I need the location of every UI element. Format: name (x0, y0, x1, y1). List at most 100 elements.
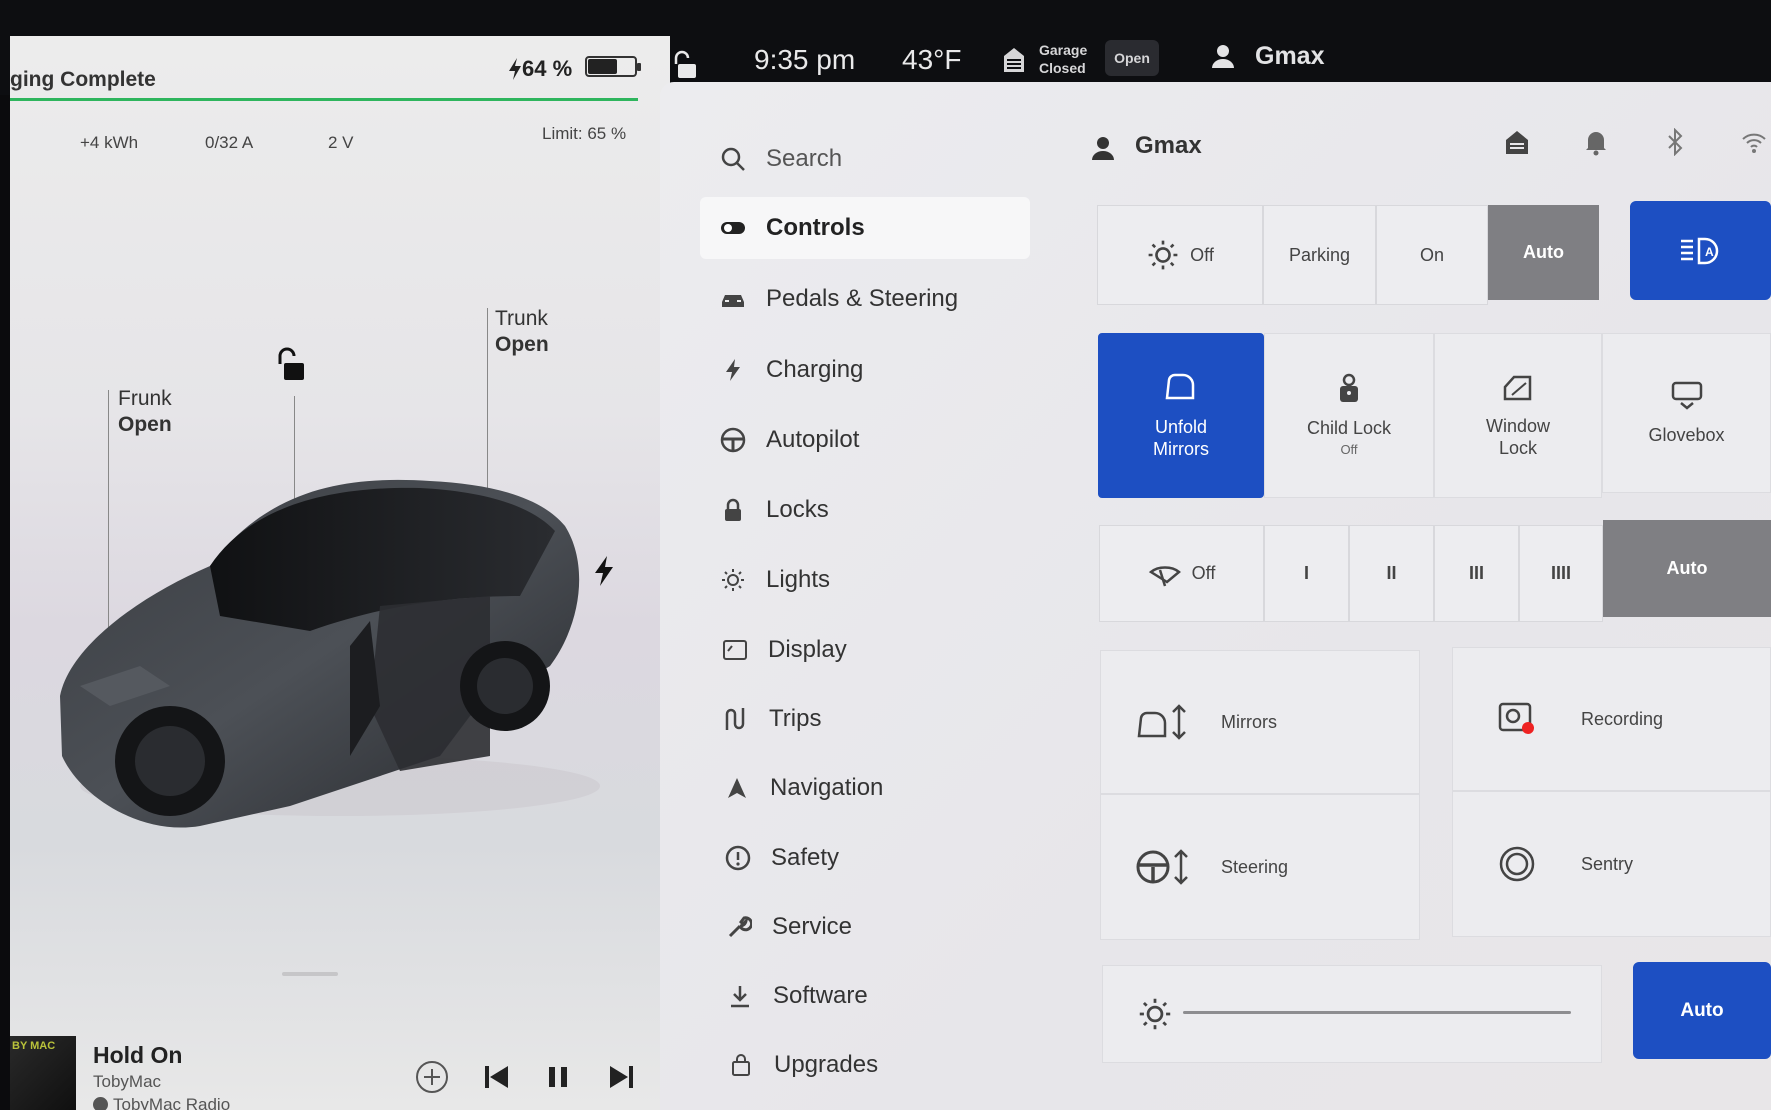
search-icon (721, 147, 745, 171)
headlights-parking-button[interactable]: Parking (1263, 205, 1376, 305)
window-lock-icon (1503, 375, 1532, 400)
glovebox-button[interactable]: Glovebox (1602, 333, 1771, 493)
nav-controls[interactable]: Controls (700, 197, 1030, 259)
nav-locks[interactable]: Locks (700, 479, 1030, 541)
user-icon (1092, 137, 1114, 160)
steering-label: Steering (1221, 856, 1289, 877)
album-art[interactable]: BY MAC (10, 1036, 76, 1110)
nav-label: Pedals & Steering (766, 285, 959, 312)
nav-search[interactable]: Search (700, 128, 1030, 190)
energy-added: +4 kWh (80, 133, 139, 152)
nav-navigation[interactable]: Navigation (704, 757, 1034, 819)
headlights-auto-button[interactable]: Auto (1488, 205, 1599, 300)
nav-safety[interactable]: Safety (705, 827, 1035, 889)
mirror-icon (1165, 373, 1195, 399)
profile-name[interactable]: Gmax (1135, 132, 1202, 160)
bolt-icon (509, 58, 521, 80)
window-lock-button[interactable]: Window Lock (1434, 333, 1602, 498)
garage-state: Closed (1039, 60, 1086, 76)
user-icon[interactable] (1212, 44, 1234, 68)
unlock-icon[interactable] (672, 50, 698, 80)
wipers-speed-2-button[interactable]: II (1349, 525, 1434, 622)
nav-label: Controls (766, 214, 865, 241)
garage-status: Garage Closed (1039, 41, 1087, 77)
frunk-state: Open (118, 413, 172, 436)
nav-lights[interactable]: Lights (700, 549, 1030, 611)
sun-icon (1139, 998, 1171, 1030)
frunk-callout[interactable]: Frunk Open (118, 386, 172, 438)
headlights-off-label: Off (1190, 244, 1214, 265)
auto-high-beam-icon: A (1680, 237, 1718, 264)
media-drag-handle[interactable] (282, 972, 338, 976)
headlights-on-button[interactable]: On (1376, 205, 1488, 305)
home-icon[interactable] (1504, 128, 1530, 156)
previous-track-button[interactable] (482, 1060, 510, 1094)
child-lock-state: Off (1340, 441, 1358, 457)
bell-icon[interactable] (1583, 128, 1609, 156)
brightness-slider[interactable] (1183, 1011, 1571, 1014)
album-art-text: BY MAC (12, 1040, 56, 1052)
auto-high-beam-button[interactable]: A (1630, 201, 1771, 300)
next-track-button[interactable] (608, 1060, 636, 1094)
wipers-speed-3-button[interactable]: III (1434, 525, 1519, 622)
brightness-slider-panel (1102, 965, 1602, 1063)
headlights-off-button[interactable]: Off (1097, 205, 1263, 305)
child-lock-icon (1340, 373, 1358, 402)
navigation-arrow-icon (728, 778, 746, 798)
mirrors-adjust-button[interactable]: Mirrors (1100, 650, 1420, 794)
glovebox-icon (1671, 381, 1702, 410)
car-icon (722, 295, 744, 307)
wipers-off-button[interactable]: Off (1099, 525, 1264, 622)
charge-port-bolt-icon (595, 556, 613, 586)
toggle-icon (721, 222, 745, 234)
garage-icon[interactable] (1002, 44, 1026, 74)
wipers-auto-button[interactable]: Auto (1603, 520, 1771, 617)
nav-service[interactable]: Service (706, 896, 1036, 958)
station-name: TobyMac Radio (113, 1095, 231, 1110)
trunk-label: Trunk (495, 307, 548, 330)
steering-adjust-icon (1136, 849, 1188, 885)
recording-button[interactable]: Recording (1452, 647, 1771, 791)
garage-open-button[interactable]: Open (1105, 40, 1159, 76)
song-title: Hold On (93, 1042, 183, 1068)
sentry-icon (1499, 846, 1535, 882)
pause-button[interactable] (546, 1060, 570, 1094)
nav-charging[interactable]: Charging (700, 339, 1030, 401)
add-favorite-button[interactable] (415, 1060, 449, 1094)
nav-upgrades[interactable]: Upgrades (708, 1034, 1038, 1096)
steering-wheel-icon (720, 427, 746, 453)
sentry-label: Sentry (1581, 853, 1634, 874)
nav-trips[interactable]: Trips (703, 688, 1033, 750)
wipers-speed-4-button[interactable]: IIII (1519, 525, 1603, 622)
nav-autopilot[interactable]: Autopilot (700, 409, 1030, 471)
svg-text:A: A (1705, 245, 1714, 259)
wipers-speed-1-button[interactable]: I (1264, 525, 1349, 622)
driver-profile-name[interactable]: Gmax (1255, 42, 1324, 71)
download-icon (731, 986, 749, 1008)
window-lock-label-1: Window (1485, 415, 1551, 436)
nav-label: Search (766, 145, 843, 172)
outside-temperature: 43°F (902, 44, 962, 75)
charge-progress-line (10, 98, 638, 101)
vehicle-panel: ging Complete 64 % +4 kWh 0/32 A 2 V Lim… (10, 36, 670, 1110)
sentry-button[interactable]: Sentry (1452, 791, 1771, 937)
wiper-icon (1148, 565, 1181, 586)
bluetooth-icon[interactable] (1662, 128, 1688, 156)
battery-percent: 64 % (522, 56, 573, 81)
unfold-mirrors-button[interactable]: Unfold Mirrors (1098, 333, 1264, 498)
steering-adjust-button[interactable]: Steering (1100, 794, 1420, 940)
wifi-icon[interactable] (1741, 128, 1767, 156)
nav-software[interactable]: Software (707, 965, 1037, 1027)
charge-current: 0/32 A (205, 133, 254, 152)
nav-display[interactable]: Display (702, 619, 1032, 681)
nav-pedals-steering[interactable]: Pedals & Steering (700, 268, 1030, 330)
dashcam-icon (1498, 702, 1534, 734)
door-unlock-icon[interactable] (274, 346, 308, 384)
mirrors-label: Mirrors (1221, 711, 1277, 732)
clock: 9:35 pm (754, 44, 856, 75)
child-lock-button[interactable]: Child Lock Off (1264, 333, 1434, 498)
trunk-callout[interactable]: Trunk Open (495, 306, 549, 358)
charging-status-text: ging Complete (10, 68, 156, 91)
brightness-auto-button[interactable]: Auto (1633, 962, 1771, 1059)
bag-icon (732, 1054, 750, 1076)
